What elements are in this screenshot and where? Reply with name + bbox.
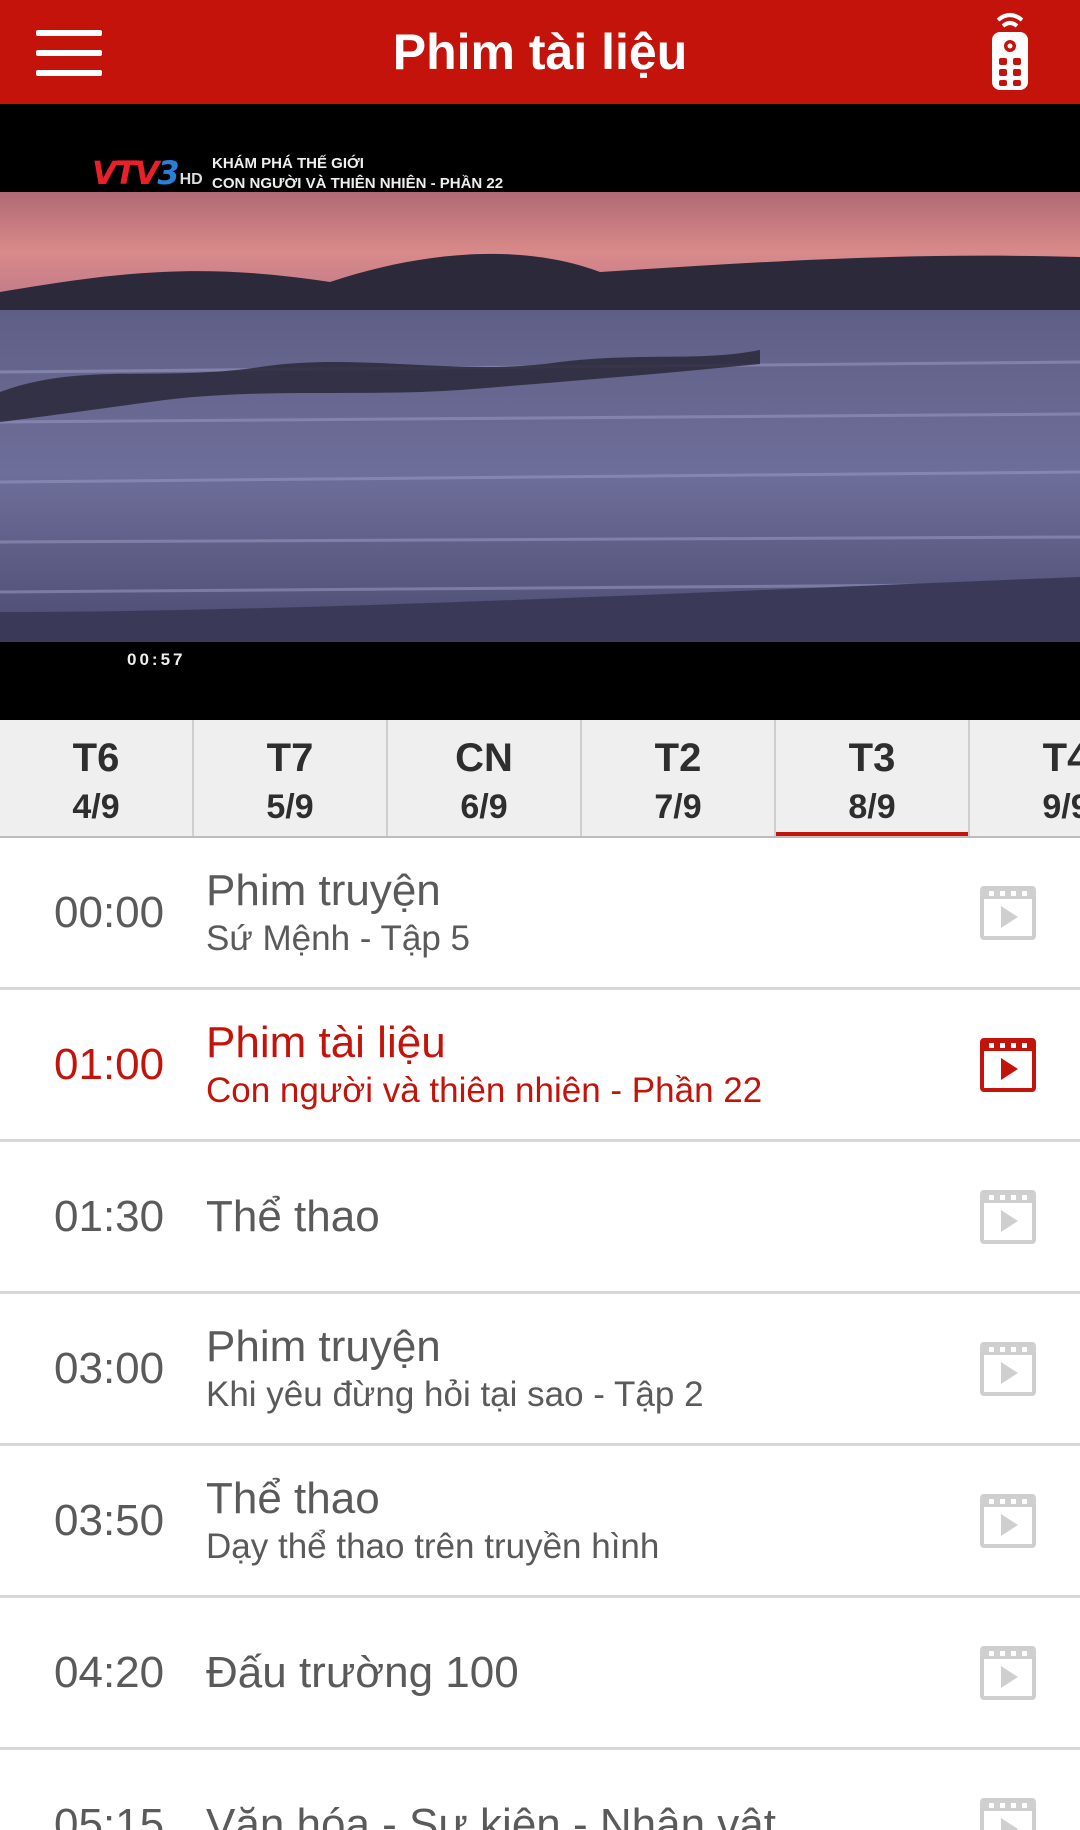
program-title: Phim truyện — [206, 1321, 441, 1371]
program-texts: Đấu trường 100 — [206, 1647, 946, 1699]
program-texts: Phim truyện Sứ Mệnh - Tập 5 — [206, 865, 946, 961]
schedule-row[interactable]: 01:00 Phim tài liệu Con người và thiên nhi… — [0, 990, 1080, 1142]
day-tab-t3[interactable]: T3 8/9 — [776, 720, 970, 836]
play-video-icon[interactable] — [980, 1037, 1036, 1092]
schedule-row[interactable]: 05:15 Văn hóa - Sự kiện - Nhân vật — [0, 1750, 1080, 1830]
page-title: Phim tài liệu — [392, 24, 688, 80]
video-frame — [0, 192, 1080, 720]
video-player[interactable]: VTV3 HD KHÁM PHÁ THẾ GIỚI CON NGƯỜI VÀ TH… — [0, 104, 1080, 720]
program-subtitle: Dạy thể thao trên truyền hình — [206, 1526, 660, 1566]
day-tab-t7[interactable]: T7 5/9 — [194, 720, 388, 836]
day-tab-date: 4/9 — [72, 788, 120, 826]
play-video-icon[interactable] — [980, 1341, 1036, 1396]
schedule-row[interactable]: 01:30 Thể thao — [0, 1142, 1080, 1294]
show-info-line1: KHÁM PHÁ THẾ GIỚI — [212, 155, 364, 172]
program-subtitle: Sứ Mệnh - Tập 5 — [206, 918, 471, 958]
schedule-row[interactable]: 03:50 Thể thao Dạy thể thao trên truyền hì… — [0, 1446, 1080, 1598]
schedule-row[interactable]: 00:00 Phim truyện Sứ Mệnh - Tập 5 — [0, 838, 1080, 990]
program-time: 00:00 — [54, 887, 165, 937]
day-tab-name: CN — [455, 736, 513, 780]
day-tab-date: 8/9 — [848, 788, 896, 826]
play-video-icon[interactable] — [980, 1797, 1036, 1830]
program-subtitle: Khi yêu đừng hỏi tại sao - Tập 2 — [206, 1374, 704, 1414]
schedule-row[interactable]: 03:00 Phim truyện Khi yêu đừng hỏi tại sao… — [0, 1294, 1080, 1446]
day-tab-date: 9/9 — [1042, 788, 1080, 826]
program-time: 01:30 — [54, 1191, 165, 1241]
program-texts: Phim truyện Khi yêu đừng hỏi tại sao - Tậ… — [206, 1321, 946, 1417]
day-tab-name: T3 — [848, 736, 896, 780]
program-title: Thể thao — [206, 1473, 380, 1523]
day-tab-name: T7 — [266, 736, 314, 780]
program-time: 05:15 — [54, 1799, 165, 1830]
day-tab-t2[interactable]: T2 7/9 — [582, 720, 776, 836]
program-time: 04:20 — [54, 1647, 165, 1697]
show-info-line2: CON NGƯỜI VÀ THIÊN NHIÊN - PHẦN 22 — [212, 175, 504, 192]
program-title: Phim tài liệu — [206, 1017, 446, 1067]
program-texts: Văn hóa - Sự kiện - Nhân vật — [206, 1799, 946, 1830]
program-title: Đấu trường 100 — [206, 1647, 519, 1697]
day-tab-date: 5/9 — [266, 788, 314, 826]
show-info-overlay: KHÁM PHÁ THẾ GIỚI CON NGƯỜI VÀ THIÊN NHI… — [212, 154, 503, 194]
play-video-icon[interactable] — [980, 885, 1036, 940]
program-subtitle: Con người và thiên nhiên - Phần 22 — [206, 1070, 763, 1110]
channel-logo-text: VTV3 — [92, 154, 180, 192]
play-video-icon[interactable] — [980, 1493, 1036, 1548]
day-tab-date: 6/9 — [460, 788, 508, 826]
day-tab-t6[interactable]: T6 4/9 — [0, 720, 194, 836]
app-header: Phim tài liệu — [0, 0, 1080, 104]
program-title: Văn hóa - Sự kiện - Nhân vật — [206, 1799, 776, 1830]
day-tab-date: 7/9 — [654, 788, 702, 826]
play-video-icon[interactable] — [980, 1189, 1036, 1244]
day-tab-t4[interactable]: T49/9 — [970, 720, 1080, 836]
program-time: 01:00 — [54, 1039, 165, 1089]
program-texts: Phim tài liệu Con người và thiên nhiên - … — [206, 1017, 946, 1113]
program-schedule: 00:00 Phim truyện Sứ Mệnh - Tập 5 01:00 Phim… — [0, 838, 1080, 1830]
day-tab-name: T4 — [1042, 736, 1080, 780]
program-texts: Thể thao Dạy thể thao trên truyền hình — [206, 1473, 946, 1569]
video-timecode: 00:57 — [127, 650, 186, 669]
day-tab-name: T2 — [654, 736, 702, 780]
day-tab-name: T6 — [72, 736, 120, 780]
program-texts: Thể thao — [206, 1191, 946, 1243]
program-time: 03:50 — [54, 1495, 165, 1545]
program-title: Thể thao — [206, 1191, 380, 1241]
schedule-row[interactable]: 04:20 Đấu trường 100 — [0, 1598, 1080, 1750]
program-time: 03:00 — [54, 1343, 165, 1393]
day-tab-cn[interactable]: CN 6/9 — [388, 720, 582, 836]
hd-badge: HD — [179, 171, 203, 188]
program-title: Phim truyện — [206, 865, 441, 915]
channel-logo: VTV3 HD — [92, 154, 203, 192]
day-selector: T64/9T75/9CN6/9T27/9T38/9T49/9 — [0, 720, 1080, 838]
remote-control-icon[interactable] — [988, 12, 1032, 92]
play-video-icon[interactable] — [980, 1645, 1036, 1700]
